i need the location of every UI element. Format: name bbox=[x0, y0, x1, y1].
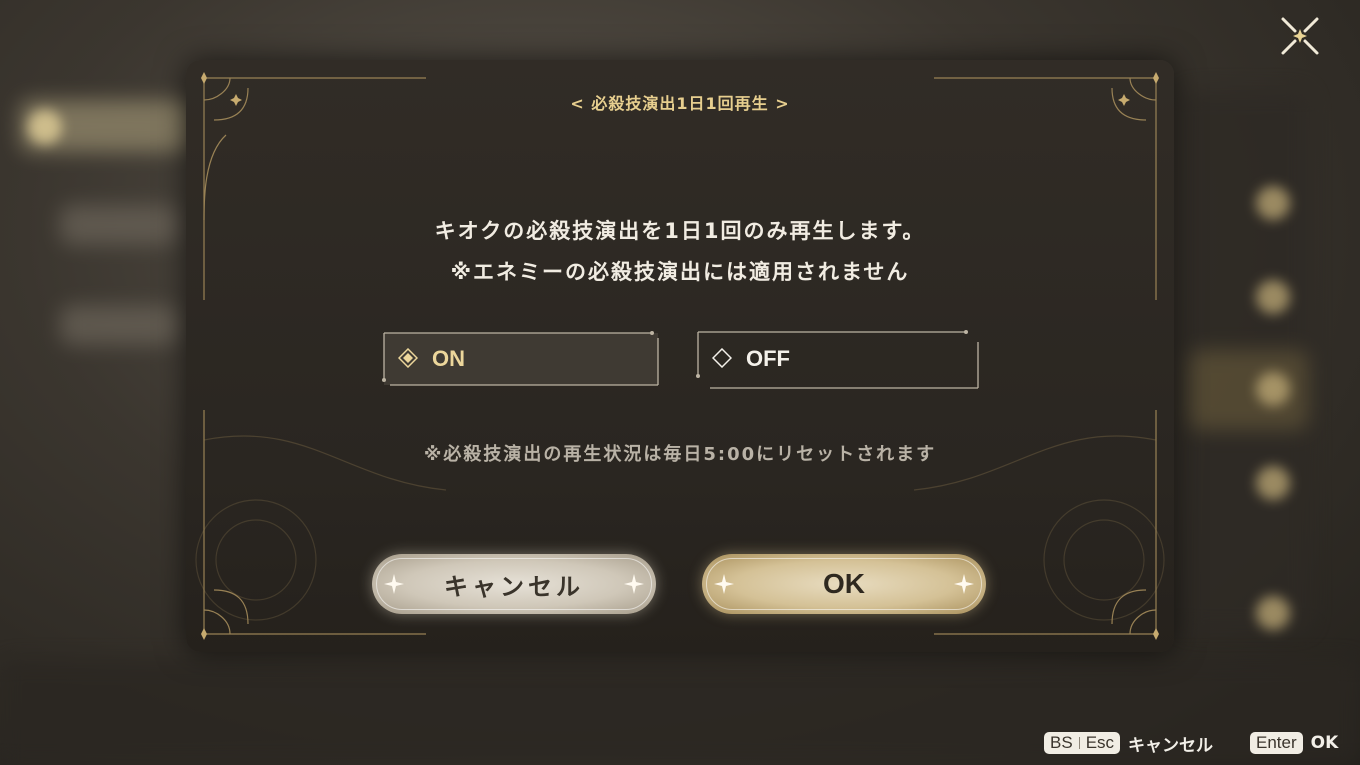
key-esc: Esc bbox=[1085, 733, 1115, 752]
cancel-button[interactable]: キャンセル bbox=[372, 554, 656, 614]
ornament-frame bbox=[195, 72, 1165, 640]
radio-selected-icon bbox=[398, 348, 418, 368]
key-badge-enter: Enter bbox=[1250, 732, 1303, 754]
reset-note: ※必殺技演出の再生状況は毎日5:00にリセットされます bbox=[423, 444, 937, 465]
dialog-message-line1: キオクの必殺技演出を1日1回のみ再生します。 bbox=[434, 219, 926, 243]
key-separator bbox=[1078, 737, 1080, 749]
footer-ok-label: OK bbox=[1310, 733, 1339, 753]
sparkle-icon bbox=[954, 574, 974, 594]
footer-cancel-hint[interactable]: BS Esc キャンセル bbox=[1044, 730, 1213, 756]
option-on-label: ON bbox=[432, 346, 465, 371]
close-button[interactable] bbox=[1278, 14, 1322, 58]
option-on[interactable]: ON bbox=[382, 330, 660, 386]
sparkle-icon bbox=[624, 574, 644, 594]
footer-ok-hint[interactable]: Enter OK bbox=[1250, 730, 1338, 756]
sparkle-icon bbox=[384, 574, 404, 594]
dialog: < 必殺技演出1日1回再生 > キオクの必殺技演出を1日1回のみ再生します。 ※… bbox=[186, 60, 1174, 652]
option-off-label: OFF bbox=[746, 346, 790, 371]
option-off[interactable]: OFF bbox=[696, 330, 979, 389]
dialog-title: < 必殺技演出1日1回再生 > bbox=[570, 94, 790, 113]
sparkle-icon bbox=[714, 574, 734, 594]
key-badge-bs-esc: BS Esc bbox=[1044, 732, 1121, 754]
option-frame bbox=[696, 330, 979, 389]
dialog-message-line2: ※エネミーの必殺技演出には適用されません bbox=[450, 260, 910, 284]
key-bs: BS bbox=[1050, 733, 1073, 752]
option-frame bbox=[382, 331, 659, 386]
ok-button-label: OK bbox=[823, 568, 865, 599]
footer-cancel-label: キャンセル bbox=[1128, 735, 1214, 756]
cancel-button-label: キャンセル bbox=[444, 572, 584, 601]
radio-unselected-icon bbox=[712, 348, 732, 368]
ok-button[interactable]: OK bbox=[702, 554, 986, 614]
close-icon bbox=[1281, 17, 1319, 55]
